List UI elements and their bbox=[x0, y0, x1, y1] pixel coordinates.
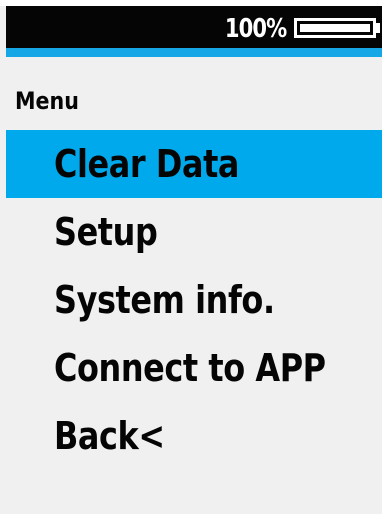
menu-item-label: Setup bbox=[54, 210, 158, 254]
menu-item-clear-data[interactable]: Clear Data bbox=[6, 130, 382, 198]
battery-percent: 100% bbox=[224, 14, 287, 44]
status-bar: 100% bbox=[6, 6, 382, 48]
menu-list: Clear Data Setup System info. Connect to… bbox=[6, 130, 382, 470]
menu-item-back[interactable]: Back< bbox=[6, 402, 382, 470]
menu-title: Menu bbox=[15, 87, 79, 115]
menu-item-label: Back< bbox=[54, 414, 165, 458]
menu-item-connect-to-app[interactable]: Connect to APP bbox=[6, 334, 382, 402]
accent-divider bbox=[6, 48, 382, 57]
menu-item-label: Connect to APP bbox=[54, 346, 326, 390]
battery-icon bbox=[294, 18, 376, 38]
menu-item-system-info[interactable]: System info. bbox=[6, 266, 382, 334]
menu-item-label: Clear Data bbox=[54, 142, 240, 186]
menu-item-setup[interactable]: Setup bbox=[6, 198, 382, 266]
menu-item-label: System info. bbox=[54, 278, 275, 322]
battery-cap-icon bbox=[376, 23, 380, 33]
battery-level-fill bbox=[300, 24, 370, 32]
device-screen: 100% Menu Clear Data Setup System info. … bbox=[0, 0, 382, 514]
